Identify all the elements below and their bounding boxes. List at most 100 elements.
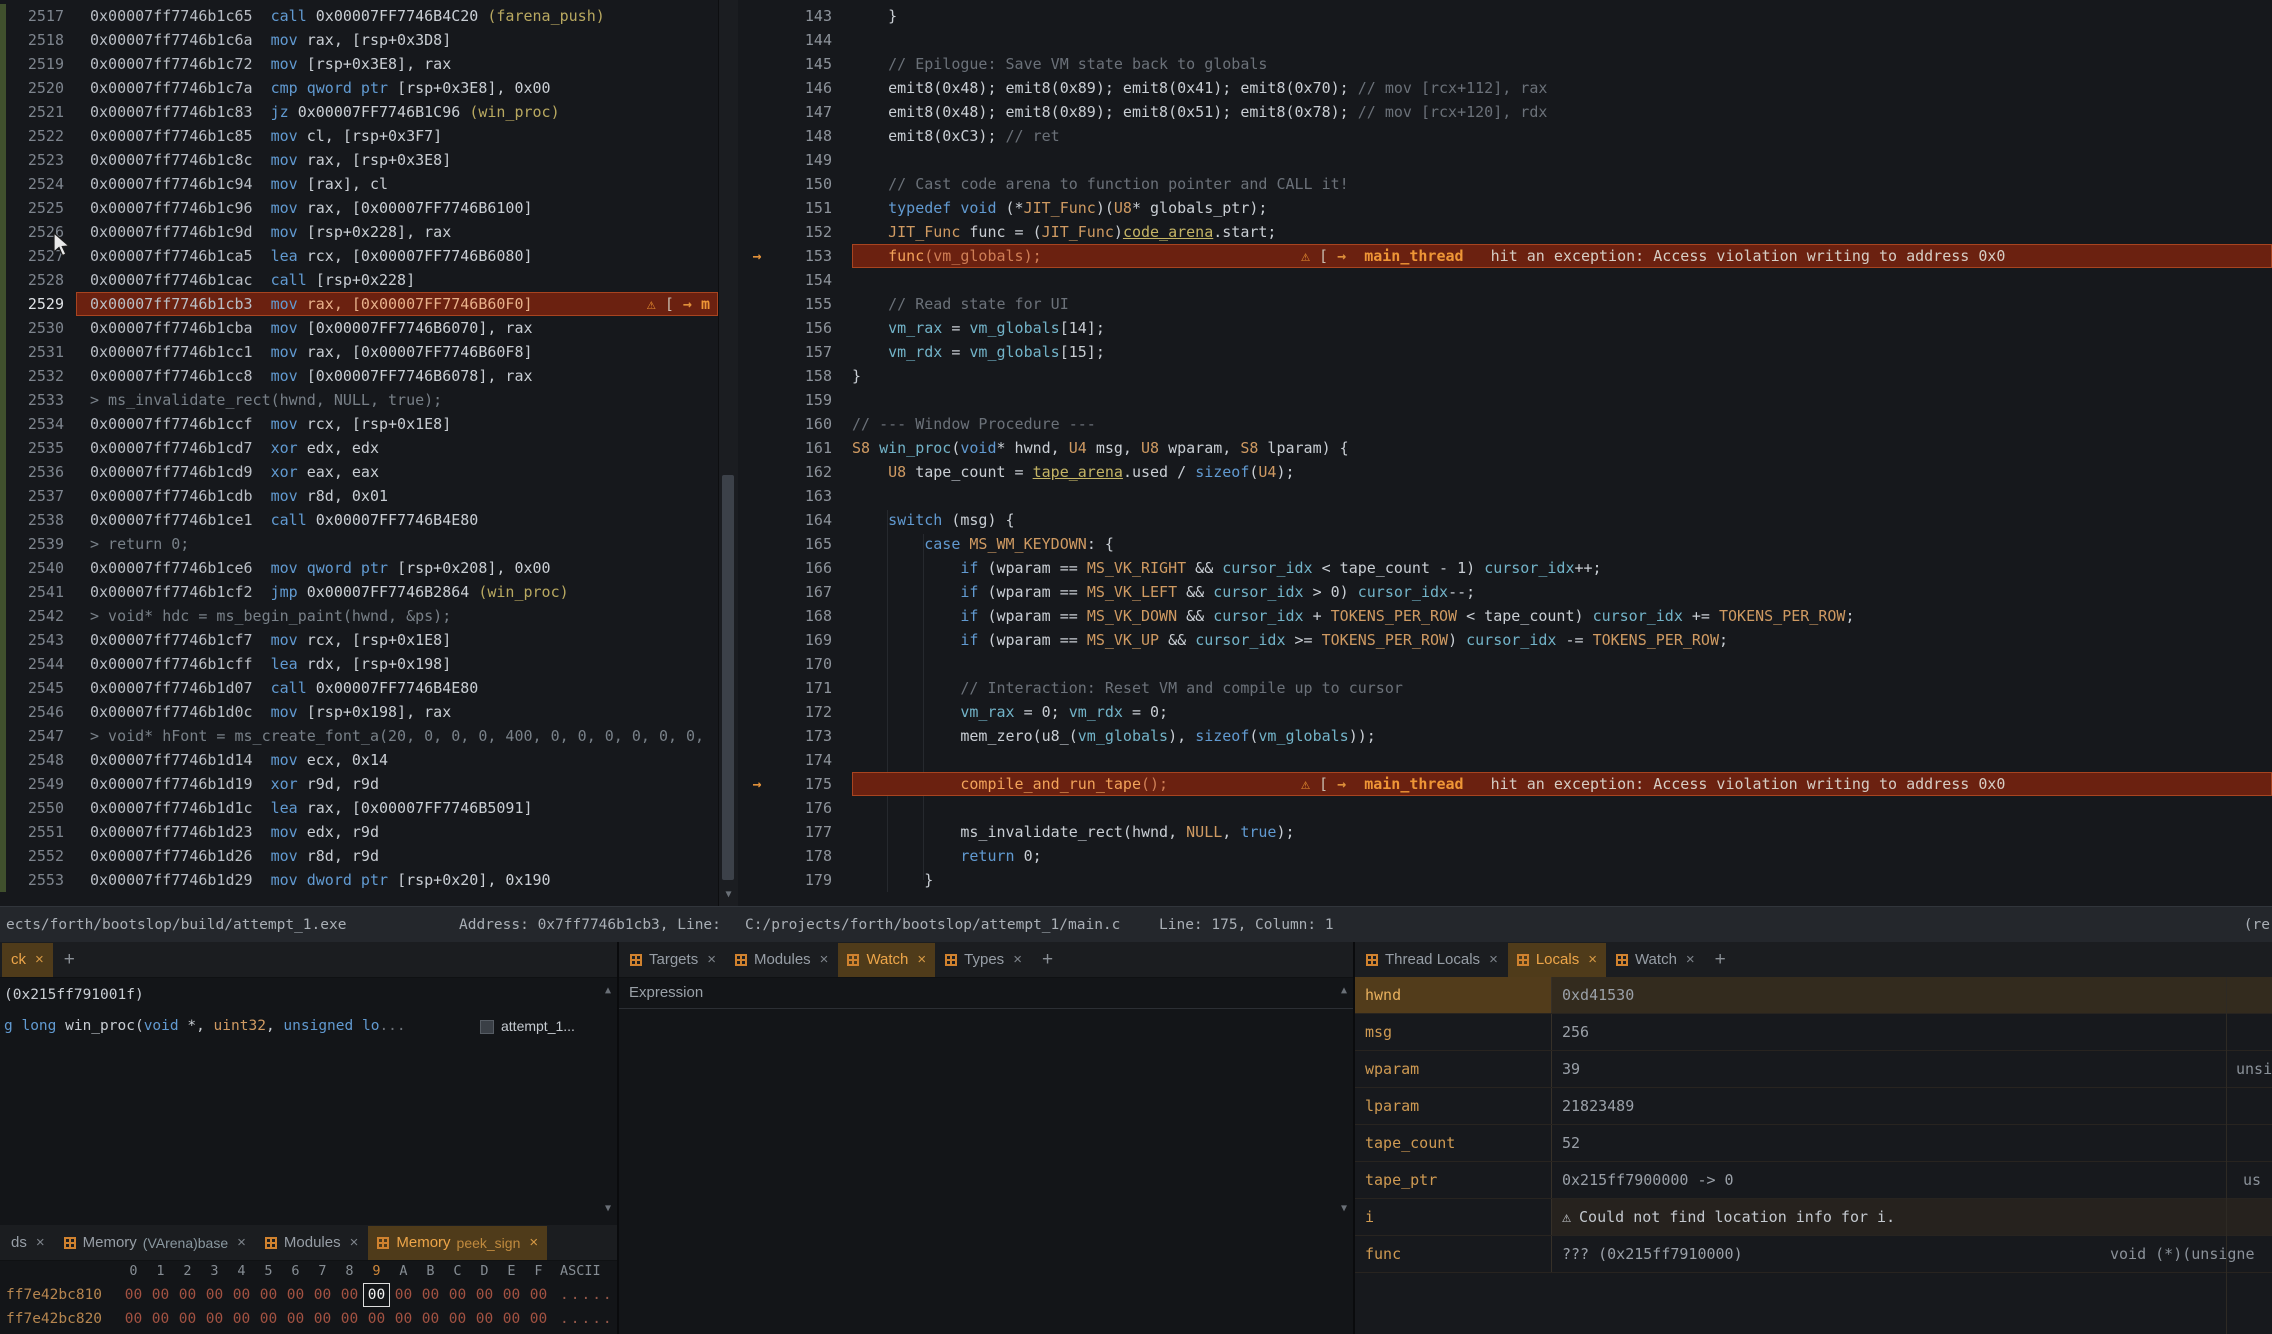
disasm-row[interactable]: 25500x00007ff7746b1d1c lea rax, [0x00007… (0, 796, 718, 820)
tab-locals[interactable]: Locals× (1508, 943, 1606, 977)
source-row[interactable]: 179 } (738, 868, 2272, 892)
disasm-row[interactable]: 25200x00007ff7746b1c7a cmp qword ptr [rs… (0, 76, 718, 100)
new-tab-button[interactable]: + (1032, 949, 1063, 971)
close-icon[interactable]: × (1588, 951, 1597, 968)
close-icon[interactable]: × (1686, 951, 1695, 968)
source-row[interactable]: 170 (738, 652, 2272, 676)
source-row[interactable]: 178 return 0; (738, 844, 2272, 868)
disasm-row[interactable]: 25300x00007ff7746b1cba mov [0x00007FF774… (0, 316, 718, 340)
tab-targets[interactable]: Targets× (621, 943, 725, 977)
new-tab-button[interactable]: + (1705, 949, 1736, 971)
scroll-up-icon[interactable]: ▲ (1336, 984, 1352, 998)
disasm-row[interactable]: 25350x00007ff7746b1cd7 xor edx, edx (0, 436, 718, 460)
memory-byte[interactable]: 00 (498, 1283, 525, 1307)
jump-arrow-icon[interactable]: → (1337, 247, 1346, 265)
memory-byte[interactable]: 00 (174, 1307, 201, 1331)
source-row[interactable]: 156 vm_rax = vm_globals[14]; (738, 316, 2272, 340)
source-row[interactable]: 159 (738, 388, 2272, 412)
disasm-row[interactable]: 25340x00007ff7746b1ccf mov rcx, [rsp+0x1… (0, 412, 718, 436)
source-row[interactable]: →175 compile_and_run_tape();⚠ [ → main_t… (738, 772, 2272, 796)
tab-modules[interactable]: Modules× (256, 1226, 367, 1260)
local-variable-row[interactable]: hwnd0xd41530 (1355, 977, 2272, 1014)
memory-byte[interactable]: 00 (390, 1307, 417, 1331)
local-variable-row[interactable]: func??? (0x215ff7910000)void (*)(unsigne (1355, 1236, 2272, 1273)
source-row[interactable]: 166 if (wparam == MS_VK_RIGHT && cursor_… (738, 556, 2272, 580)
source-row[interactable]: 162 U8 tape_count = tape_arena.used / si… (738, 460, 2272, 484)
disasm-row[interactable]: 25260x00007ff7746b1c9d mov [rsp+0x228], … (0, 220, 718, 244)
source-row[interactable]: →153 func(vm_globals);⚠ [ → main_thread … (738, 244, 2272, 268)
memory-byte[interactable]: 00 (147, 1307, 174, 1331)
disasm-row[interactable]: 25530x00007ff7746b1d29 mov dword ptr [rs… (0, 868, 718, 892)
close-icon[interactable]: × (707, 951, 716, 968)
memory-byte[interactable]: 00 (444, 1307, 471, 1331)
disasm-row[interactable]: 25240x00007ff7746b1c94 mov [rax], cl (0, 172, 718, 196)
disasm-row[interactable]: 2539> return 0; (0, 532, 718, 556)
disasm-row[interactable]: 25510x00007ff7746b1d23 mov edx, r9d (0, 820, 718, 844)
memory-byte[interactable]: 00 (417, 1283, 444, 1307)
source-row[interactable]: 144 (738, 28, 2272, 52)
memory-byte[interactable]: 00 (228, 1283, 255, 1307)
disasm-row[interactable]: 25220x00007ff7746b1c85 mov cl, [rsp+0x3F… (0, 124, 718, 148)
close-icon[interactable]: × (237, 1234, 246, 1251)
close-icon[interactable]: × (35, 951, 44, 968)
source-row[interactable]: 161S8 win_proc(void* hwnd, U4 msg, U8 wp… (738, 436, 2272, 460)
tab-watch[interactable]: Watch× (838, 943, 935, 977)
memory-byte[interactable]: 00 (363, 1307, 390, 1331)
tab-modules[interactable]: Modules× (726, 943, 837, 977)
memory-byte[interactable]: 00 (120, 1283, 147, 1307)
disasm-row[interactable]: 25180x00007ff7746b1c6a mov rax, [rsp+0x3… (0, 28, 718, 52)
memory-byte[interactable]: 00 (282, 1307, 309, 1331)
local-variable-row[interactable]: tape_ptr0x215ff7900000 -> 0us (1355, 1162, 2272, 1199)
memory-byte[interactable]: 00 (390, 1283, 417, 1307)
tab-memory[interactable]: Memorypeek_sign× (368, 1226, 547, 1260)
tab-watch[interactable]: Watch× (1607, 943, 1704, 977)
stack-frame-row[interactable]: (0x215ff791001f) (0, 982, 600, 1009)
source-row[interactable]: 148 emit8(0xC3); // ret (738, 124, 2272, 148)
local-variable-row[interactable]: wparam39unsi (1355, 1051, 2272, 1088)
disasm-row[interactable]: 25280x00007ff7746b1cac call [rsp+0x228] (0, 268, 718, 292)
memory-byte[interactable]: 00 (498, 1307, 525, 1331)
source-row[interactable]: 168 if (wparam == MS_VK_DOWN && cursor_i… (738, 604, 2272, 628)
disasm-row[interactable]: 25270x00007ff7746b1ca5 lea rcx, [0x00007… (0, 244, 718, 268)
disasm-row[interactable]: 25490x00007ff7746b1d19 xor r9d, r9d (0, 772, 718, 796)
disasm-row[interactable]: 25210x00007ff7746b1c83 jz 0x00007FF7746B… (0, 100, 718, 124)
scroll-down-icon[interactable]: ▼ (719, 886, 738, 904)
disasm-row[interactable]: 25480x00007ff7746b1d14 mov ecx, 0x14 (0, 748, 718, 772)
memory-byte[interactable]: 00 (471, 1307, 498, 1331)
memory-byte[interactable]: 00 (525, 1283, 552, 1307)
close-icon[interactable]: × (1489, 951, 1498, 968)
source-row[interactable]: 145 // Epilogue: Save VM state back to g… (738, 52, 2272, 76)
scroll-up-icon[interactable]: ▲ (600, 984, 616, 998)
source-row[interactable]: 176 (738, 796, 2272, 820)
memory-byte[interactable]: 00 (444, 1283, 471, 1307)
disasm-row[interactable]: 2533> ms_invalidate_rect(hwnd, NULL, tru… (0, 388, 718, 412)
disasm-row[interactable]: 25440x00007ff7746b1cff lea rdx, [rsp+0x1… (0, 652, 718, 676)
stack-frame-row[interactable]: g long win_proc(void *, uint32, unsigned… (0, 1013, 600, 1040)
local-variable-row[interactable]: lparam21823489 (1355, 1088, 2272, 1125)
disasm-row[interactable]: 2542> void* hdc = ms_begin_paint(hwnd, &… (0, 604, 718, 628)
close-icon[interactable]: × (36, 1234, 45, 1251)
memory-byte[interactable]: 00 (201, 1307, 228, 1331)
execution-arrow-icon[interactable]: → (738, 244, 776, 268)
tab-thread-locals[interactable]: Thread Locals× (1357, 943, 1507, 977)
memory-byte[interactable]: 00 (417, 1307, 444, 1331)
new-tab-button[interactable]: + (54, 949, 85, 971)
memory-byte[interactable]: 00 (309, 1307, 336, 1331)
jump-arrow-icon[interactable]: → (683, 295, 692, 313)
source-row[interactable]: 143 } (738, 4, 2272, 28)
tab-ck[interactable]: ck× (2, 943, 53, 977)
source-row[interactable]: 151 typedef void (*JIT_Func)(U8* globals… (738, 196, 2272, 220)
scroll-down-icon[interactable]: ▼ (1336, 1202, 1352, 1216)
source-row[interactable]: 154 (738, 268, 2272, 292)
source-row[interactable]: 146 emit8(0x48); emit8(0x89); emit8(0x41… (738, 76, 2272, 100)
disasm-row[interactable]: 25460x00007ff7746b1d0c mov [rsp+0x198], … (0, 700, 718, 724)
source-row[interactable]: 174 (738, 748, 2272, 772)
memory-byte[interactable]: 00 (174, 1283, 201, 1307)
memory-byte[interactable]: 00 (336, 1283, 363, 1307)
memory-byte[interactable]: 00 (201, 1283, 228, 1307)
close-icon[interactable]: × (350, 1234, 359, 1251)
source-row[interactable]: 172 vm_rax = 0; vm_rdx = 0; (738, 700, 2272, 724)
close-icon[interactable]: × (917, 951, 926, 968)
source-row[interactable]: 169 if (wparam == MS_VK_UP && cursor_idx… (738, 628, 2272, 652)
source-row[interactable]: 147 emit8(0x48); emit8(0x89); emit8(0x51… (738, 100, 2272, 124)
